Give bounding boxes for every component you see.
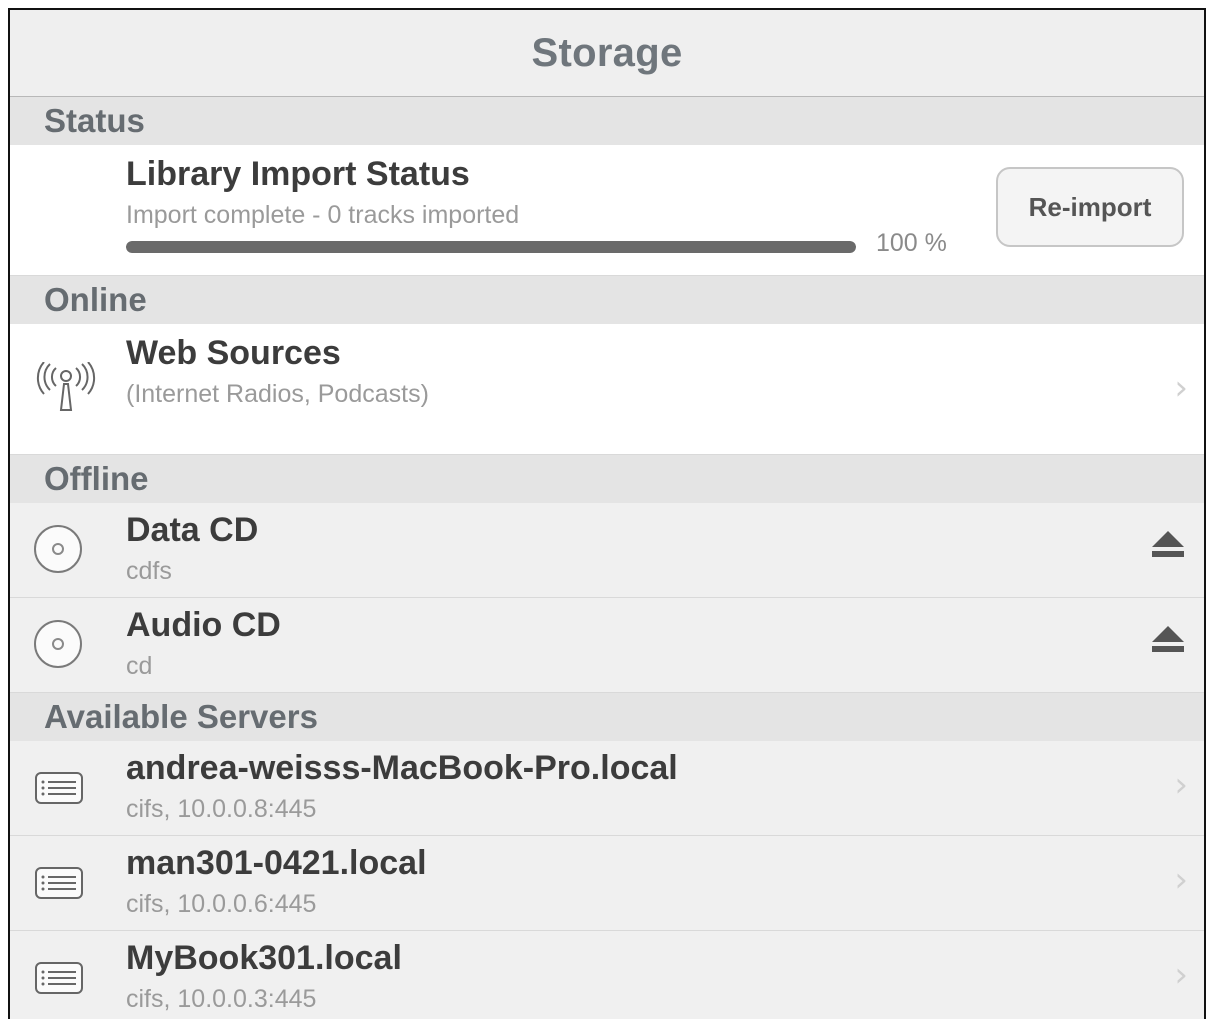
library-import-subtitle: Import complete - 0 tracks imported	[126, 201, 520, 229]
nav-bar: Storage	[10, 10, 1204, 97]
page-title: Storage	[531, 30, 683, 75]
web-sources-title: Web Sources	[126, 334, 341, 372]
server-subtitle: cifs, 10.0.0.8:445	[126, 795, 317, 823]
web-sources-row[interactable]: Web Sources (Internet Radios, Podcasts) …	[10, 324, 1204, 455]
offline-item-audio-cd[interactable]: Audio CD cd	[10, 598, 1204, 693]
offline-item-data-cd[interactable]: Data CD cdfs	[10, 503, 1204, 598]
eject-icon[interactable]	[1150, 626, 1186, 652]
import-progress-fill	[126, 241, 856, 253]
server-icon	[34, 961, 84, 995]
chevron-right-icon: ›	[1174, 765, 1188, 805]
server-subtitle: cifs, 10.0.0.3:445	[126, 985, 317, 1013]
reimport-button[interactable]: Re-import	[996, 167, 1184, 247]
section-header-offline: Offline	[10, 455, 1204, 503]
server-title: andrea-weisss-MacBook-Pro.local	[126, 749, 678, 787]
offline-item-subtitle: cd	[126, 652, 153, 680]
server-row[interactable]: andrea-weisss-MacBook-Pro.local cifs, 10…	[10, 741, 1204, 836]
server-title: man301-0421.local	[126, 844, 427, 882]
server-row[interactable]: man301-0421.local cifs, 10.0.0.6:445 ›	[10, 836, 1204, 931]
import-progress-bar	[126, 241, 856, 253]
library-import-title: Library Import Status	[126, 155, 470, 193]
antenna-icon	[34, 362, 98, 412]
section-header-online: Online	[10, 276, 1204, 324]
section-header-status: Status	[10, 97, 1204, 145]
storage-screen: Storage Status Library Import Status Imp…	[8, 8, 1206, 1019]
section-header-servers: Available Servers	[10, 693, 1204, 741]
server-subtitle: cifs, 10.0.0.6:445	[126, 890, 317, 918]
offline-item-title: Audio CD	[126, 606, 281, 644]
cd-icon	[34, 620, 82, 668]
import-progress-percent: 100 %	[876, 229, 947, 257]
server-icon	[34, 771, 84, 805]
web-sources-subtitle: (Internet Radios, Podcasts)	[126, 380, 429, 408]
eject-icon[interactable]	[1150, 531, 1186, 557]
chevron-right-icon: ›	[1174, 368, 1188, 408]
server-row[interactable]: MyBook301.local cifs, 10.0.0.3:445 ›	[10, 931, 1204, 1019]
chevron-right-icon: ›	[1174, 860, 1188, 900]
server-title: MyBook301.local	[126, 939, 402, 977]
chevron-right-icon: ›	[1174, 955, 1188, 995]
offline-item-title: Data CD	[126, 511, 259, 549]
offline-item-subtitle: cdfs	[126, 557, 172, 585]
cd-icon	[34, 525, 82, 573]
library-import-row: Library Import Status Import complete - …	[10, 145, 1204, 276]
server-icon	[34, 866, 84, 900]
